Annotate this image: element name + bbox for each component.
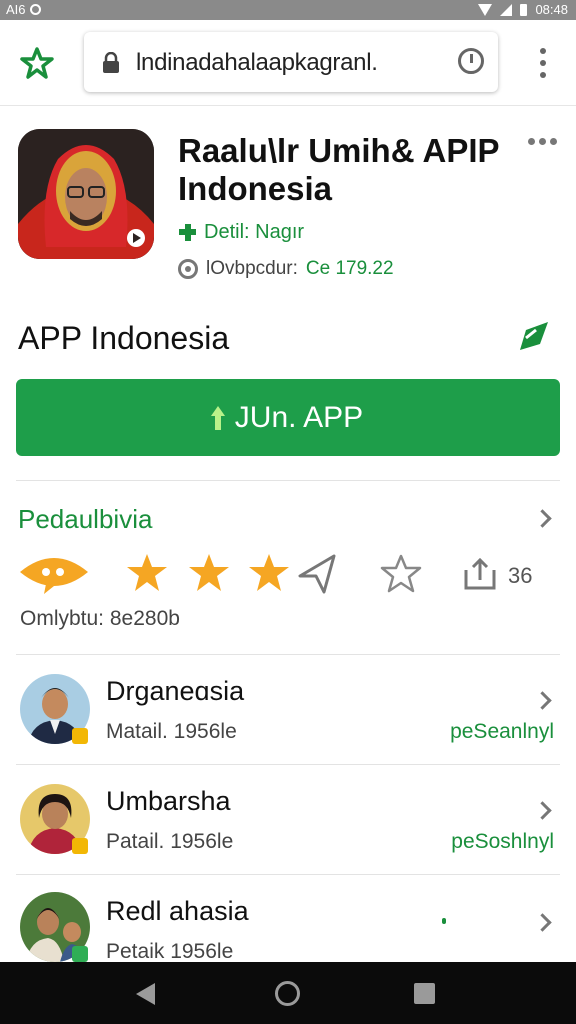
list-item[interactable]: Drganeɑsia Matail. 1956le peSeanlnyl (0, 670, 576, 770)
meta-row: lOvbpcdur: Ce 179.22 (178, 258, 394, 280)
divider (16, 764, 560, 765)
chevron-right-icon[interactable] (533, 913, 552, 932)
system-nav-bar (0, 962, 576, 1024)
share-count-icon[interactable] (462, 556, 498, 592)
star-icon[interactable] (248, 553, 290, 593)
send-icon[interactable] (516, 318, 552, 359)
list-item[interactable]: Umbarsha Patail. 1956le peSoshlnyl (0, 780, 576, 880)
downloads-icon (178, 259, 198, 279)
battery-icon (520, 3, 528, 16)
reviewer-action[interactable]: peSoshlnyl (451, 830, 554, 854)
divider (16, 654, 560, 655)
reviewer-detail: Matail. 1956le (106, 720, 237, 743)
chevron-right-icon[interactable] (533, 509, 552, 528)
notification-icon (29, 4, 41, 15)
more-options-icon[interactable] (528, 138, 557, 145)
rating-row: 36 (18, 548, 558, 598)
green-dot-icon (442, 918, 446, 924)
star-half-outline-icon[interactable] (296, 554, 338, 594)
star-icon[interactable] (188, 553, 230, 593)
clock: 08:48 (535, 2, 568, 17)
star-outline-icon[interactable] (380, 554, 422, 594)
verified-badge-icon (72, 728, 88, 744)
divider (16, 480, 560, 481)
back-icon[interactable] (136, 983, 155, 1005)
developer-name: Detil: Nagır (204, 221, 305, 243)
section-title: APP Indonesia (18, 320, 230, 356)
address-bar[interactable]: lndinadahalaapkagranl. (84, 32, 498, 92)
chevron-right-icon[interactable] (533, 691, 552, 710)
reload-icon[interactable] (458, 48, 484, 74)
reviewer-detail: Petaik 1956le (106, 940, 234, 963)
divider (16, 874, 560, 875)
ratings-subtitle: Omlybtu: 8e280b (20, 607, 180, 630)
recent-apps-icon[interactable] (414, 983, 435, 1004)
verified-badge-icon (72, 946, 88, 962)
chat-bubble-icon (20, 558, 88, 594)
meta-value: Ce 179.22 (305, 258, 394, 279)
reviewer-action[interactable]: peSeanlnyl (450, 720, 554, 744)
ratings-title[interactable]: Pedaulbivia (18, 504, 152, 535)
star-icon[interactable] (126, 553, 168, 593)
reviewer-name: Drganeɑsia (106, 676, 245, 706)
reviewer-detail: Patail. 1956le (106, 830, 234, 853)
rating-count: 36 (508, 563, 533, 588)
wifi-icon (478, 3, 493, 16)
app-title: Raalu\lr Umih& APIP Indonesia (178, 132, 499, 207)
home-icon[interactable] (275, 981, 300, 1006)
puzzle-icon (179, 223, 196, 241)
status-bar: AI6 08:48 (0, 0, 576, 20)
bookmark-star-icon[interactable] (20, 46, 54, 80)
browser-toolbar: lndinadahalaapkagranl. (0, 20, 576, 106)
download-arrow-icon (210, 405, 225, 430)
carrier-label: AI6 (6, 2, 26, 17)
reviewer-name: Umbarsha (106, 786, 231, 816)
chevron-right-icon[interactable] (533, 801, 552, 820)
reviewer-name: Redl ahasia (106, 896, 249, 926)
developer-row[interactable]: Detil: Nagır (178, 221, 304, 244)
meta-label: lOvbpcdur: (206, 258, 298, 279)
verified-badge-icon (72, 838, 88, 854)
overflow-menu-icon[interactable] (536, 48, 550, 78)
install-label: JUn. APP (234, 400, 364, 434)
signal-icon (500, 3, 513, 16)
url-text: lndinadahalaapkagranl. (136, 49, 378, 76)
lock-icon (102, 51, 120, 79)
app-icon[interactable] (18, 129, 154, 259)
install-button[interactable]: JUn. APP (16, 379, 560, 456)
